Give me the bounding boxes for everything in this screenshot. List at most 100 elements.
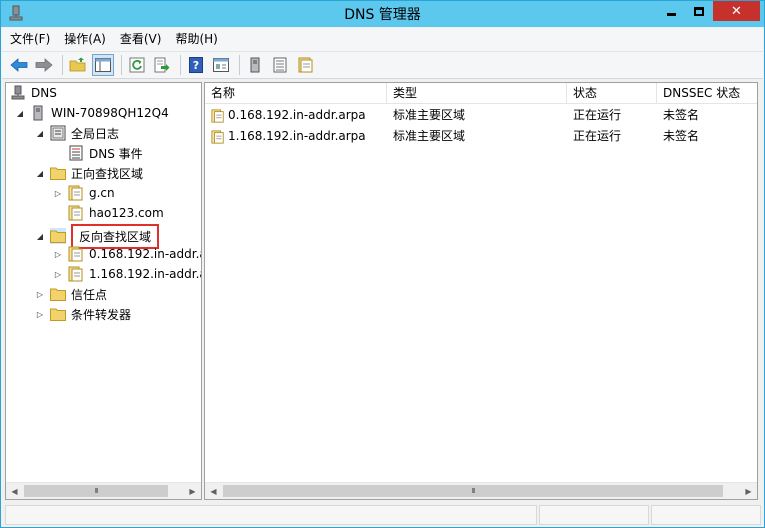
toolbar-separator	[62, 55, 63, 75]
expand-icon[interactable]: ▷	[52, 187, 64, 199]
folder-icon	[50, 286, 66, 302]
server-icon	[250, 57, 260, 73]
maximize-button[interactable]	[686, 1, 712, 21]
expand-icon[interactable]: ▷	[34, 308, 46, 320]
zone-icon	[68, 205, 84, 221]
expand-icon[interactable]: ▷	[52, 268, 64, 280]
list-horizontal-scrollbar[interactable]: ◀ III ▶	[205, 482, 757, 499]
scroll-left-icon[interactable]: ◀	[205, 483, 222, 500]
tree-item-conditional-forwarders[interactable]: ▷ 条件转发器	[34, 304, 131, 324]
export-list-button[interactable]	[151, 54, 173, 76]
cell-type: 标准主要区域	[393, 108, 466, 122]
back-button[interactable]	[8, 54, 30, 76]
toolbar: ?	[2, 51, 763, 79]
column-header-status[interactable]: 状态	[567, 83, 657, 104]
list-row[interactable]: 1.168.192.in-addr.arpa 标准主要区域 正在运行 未签名	[205, 126, 757, 146]
tree-label: hao123.com	[89, 206, 164, 220]
dns-manager-window: DNS 管理器 ✕ 文件(F) 操作(A) 查看(V) 帮助(H) ? DNS …	[0, 0, 765, 528]
cell-type: 标准主要区域	[393, 129, 466, 143]
tree-label: DNS 事件	[89, 146, 143, 161]
tree-label: DNS	[31, 86, 57, 100]
status-segment	[5, 505, 537, 525]
zone-icon	[211, 105, 225, 125]
help-button[interactable]: ?	[185, 54, 207, 76]
results-pane: 名称 类型 状态 DNSSEC 状态 0.168.192.in-addr.arp…	[204, 82, 758, 500]
export-list-icon	[154, 57, 170, 73]
show-hide-tree-button[interactable]	[92, 54, 114, 76]
menu-action[interactable]: 操作(A)	[57, 29, 113, 50]
refresh-button[interactable]	[126, 54, 148, 76]
zone-icon	[68, 185, 84, 201]
toolbar-separator	[239, 55, 240, 75]
scroll-right-icon[interactable]: ▶	[740, 483, 757, 500]
console-tree: DNS ◢ WIN-70898QH12Q4 ◢ 全局日志 DNS 事件 ◢ 正向…	[6, 83, 201, 481]
forward-button[interactable]	[33, 54, 55, 76]
minimize-icon	[667, 12, 676, 16]
tree-item-dns[interactable]: DNS	[10, 83, 57, 103]
cell-status: 正在运行	[573, 129, 622, 143]
view-icon	[213, 58, 229, 72]
zone-icon	[211, 126, 225, 146]
scrollbar-thumb[interactable]: III	[223, 485, 723, 497]
back-icon	[10, 58, 28, 72]
column-header-dnssec[interactable]: DNSSEC 状态	[657, 83, 757, 104]
title-bar[interactable]: DNS 管理器 ✕	[1, 1, 764, 27]
tree-label: 0.168.192.in-addr.a	[89, 247, 201, 261]
menu-bar: 文件(F) 操作(A) 查看(V) 帮助(H)	[2, 28, 763, 51]
tree-item-zone-hao123[interactable]: hao123.com	[68, 203, 164, 223]
cell-dnssec: 未签名	[663, 129, 700, 143]
up-folder-icon	[69, 57, 86, 72]
collapse-icon[interactable]: ◢	[14, 107, 26, 119]
window-title: DNS 管理器	[344, 7, 421, 23]
zone-button[interactable]	[294, 54, 316, 76]
server-icon	[30, 105, 46, 121]
minimize-button[interactable]	[658, 1, 685, 21]
close-button[interactable]: ✕	[713, 1, 760, 21]
tree-item-trust-points[interactable]: ▷ 信任点	[34, 284, 107, 304]
up-level-button[interactable]	[67, 54, 89, 76]
show-hide-tree-icon	[95, 58, 111, 72]
view-button[interactable]	[210, 54, 232, 76]
tree-item-dns-events[interactable]: DNS 事件	[68, 143, 143, 163]
collapse-icon[interactable]: ◢	[34, 167, 46, 179]
expand-icon[interactable]: ▷	[52, 248, 64, 260]
list-row[interactable]: 0.168.192.in-addr.arpa 标准主要区域 正在运行 未签名	[205, 105, 757, 125]
tree-horizontal-scrollbar[interactable]: ◀ III ▶	[6, 482, 201, 499]
tree-label: 全局日志	[71, 126, 120, 141]
toolbar-separator	[180, 55, 181, 75]
close-icon: ✕	[731, 3, 742, 19]
maximize-icon	[694, 6, 704, 16]
menu-view[interactable]: 查看(V)	[113, 29, 169, 50]
column-header-name[interactable]: 名称	[205, 83, 387, 104]
tree-label: 条件转发器	[71, 307, 132, 322]
zone-icon	[298, 57, 313, 73]
menu-help[interactable]: 帮助(H)	[168, 29, 224, 50]
folder-icon	[50, 165, 66, 181]
server-button[interactable]	[244, 54, 266, 76]
list-button[interactable]	[269, 54, 291, 76]
tree-label: g.cn	[89, 186, 115, 200]
tree-item-reverse-zone-0[interactable]: ▷ 0.168.192.in-addr.a	[52, 244, 201, 264]
tree-label: 信任点	[71, 287, 108, 302]
status-segment	[539, 505, 649, 525]
tree-label: WIN-70898QH12Q4	[51, 106, 169, 120]
zone-icon	[68, 246, 84, 262]
scroll-right-icon[interactable]: ▶	[184, 483, 201, 500]
scrollbar-thumb[interactable]: III	[24, 485, 168, 497]
tree-item-global-logs[interactable]: ◢ 全局日志	[34, 123, 119, 143]
status-segment	[651, 505, 761, 525]
collapse-icon[interactable]: ◢	[34, 230, 46, 242]
dns-icon	[10, 85, 26, 101]
expand-icon[interactable]: ▷	[34, 288, 46, 300]
tree-item-reverse-zone-1[interactable]: ▷ 1.168.192.in-addr.a	[52, 264, 201, 284]
menu-file[interactable]: 文件(F)	[2, 29, 57, 50]
collapse-icon[interactable]: ◢	[34, 127, 46, 139]
scroll-left-icon[interactable]: ◀	[6, 483, 23, 500]
event-viewer-icon	[50, 125, 66, 141]
tree-item-forward-zones[interactable]: ◢ 正向查找区域	[34, 163, 143, 183]
zone-icon	[68, 266, 84, 282]
tree-item-zone-g-cn[interactable]: ▷ g.cn	[52, 183, 115, 203]
column-header-type[interactable]: 类型	[387, 83, 567, 104]
list-header: 名称 类型 状态 DNSSEC 状态	[205, 83, 757, 104]
tree-item-server[interactable]: ◢ WIN-70898QH12Q4	[14, 103, 169, 123]
